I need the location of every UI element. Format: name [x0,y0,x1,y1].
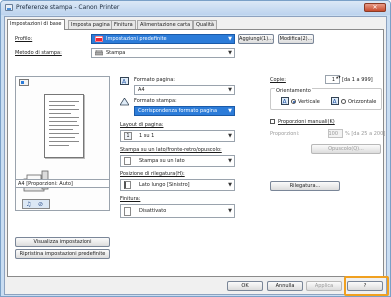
spin-icon[interactable]: ▲▼ [336,76,341,83]
tab-quality[interactable]: Qualità [193,20,217,29]
apply-button[interactable]: Applica [306,281,342,291]
scaling-range: % [da 25 a 200] [345,131,386,137]
tab-finishing[interactable]: Finitura [111,20,136,29]
edit-profile-button[interactable]: Modifica(2)... [278,34,314,44]
help-highlight [344,276,389,296]
scaling-value: 100 [328,131,338,137]
finishing-icon [124,207,131,216]
page-size-label: Formato pagina: [134,77,175,83]
single-side-icon [124,157,131,165]
chevron-down-icon: ▼ [228,208,232,214]
page-layout-select[interactable]: 1 1 su 1 ▼ [120,130,235,142]
restore-defaults-button[interactable]: Ripristina impostazioni predefinite [15,249,110,259]
binding-value: Lato lungo [Sinistro] [139,182,190,188]
chevron-down-icon: ▼ [228,87,232,93]
profile-label: Profilo: [15,36,33,42]
copy-icon: ⊘ [38,201,44,208]
chevron-down-icon: ▼ [228,50,232,56]
copies-label: Copie: [270,77,286,83]
binding-label: Posizione di rilegatura(H): [120,171,185,177]
printer-icon [5,4,13,11]
basic-settings-panel: Profilo: Impostazioni predefinite ▼ Aggi… [7,29,386,277]
scaling-label: Proporzioni: [270,131,300,137]
profile-icon [95,36,103,42]
portrait-radio[interactable] [291,99,296,104]
output-method-label: Metodo di stampa: [15,50,62,56]
tab-page-setup[interactable]: Imposta pagina [68,20,113,29]
landscape-radio[interactable] [341,99,346,104]
finish-icon: ♫ [26,201,32,208]
duplex-value: Stampa su un lato [139,158,185,164]
preview-mode-icon[interactable] [19,79,29,86]
layout-1up-icon: 1 [124,132,132,140]
duplex-select[interactable]: Stampa su un lato ▼ [120,155,235,167]
ok-button[interactable]: OK [227,281,263,291]
window-title: Preferenze stampa - Canon Printer [16,4,120,11]
orientation-label: Orientamento [275,88,312,94]
finishing-label: Finitura: [120,196,141,202]
preview-caption: A4 [Proporzioni: Auto] [15,179,110,188]
title-bar: Preferenze stampa - Canon Printer ✕ [1,1,390,15]
output-method-select[interactable]: Stampa ▼ [91,48,235,58]
page-size-select[interactable]: A4 ▼ [134,85,235,95]
page-size-icon: A [120,77,129,85]
binding-select[interactable]: Lato lungo [Sinistro] ▼ [120,179,235,191]
tab-paper-source[interactable]: Alimentazione carta [137,20,194,29]
page-size-value: A4 [138,87,145,93]
page-preview: ♫ ⊘ [15,76,110,211]
chevron-down-icon: ▼ [228,133,232,139]
add-profile-button[interactable]: Aggiungi(1)... [238,34,274,44]
portrait-label: Verticale [298,99,320,105]
chevron-down-icon: ▼ [228,36,232,42]
printer-icon [95,50,103,56]
page-layout-label: Layout di pagina: [120,122,164,128]
orientation-group: Orientamento A Verticale A Orizzontale [270,88,382,110]
output-method-value: Stampa [106,50,126,56]
landscape-icon: A [331,97,339,105]
view-settings-button[interactable]: Visualizza impostazioni [15,237,110,247]
close-button[interactable]: ✕ [364,3,386,12]
binding-button[interactable]: Rilegatura... [270,181,340,191]
chevron-down-icon: ▼ [228,158,232,164]
profile-value: Impostazioni predefinite [106,36,167,42]
tray-icons: ♫ ⊘ [22,199,50,209]
chevron-down-icon: ▼ [228,108,232,114]
chevron-down-icon: ▼ [228,182,232,188]
duplex-label: Stampa su un lato/fronte-retro/opuscolo: [120,147,222,153]
manual-scaling-label: Proporzioni manuali(K) [278,119,335,125]
cancel-button[interactable]: Annulla [267,281,303,291]
printer-preferences-window: Preferenze stampa - Canon Printer ✕ Impo… [0,0,391,297]
landscape-label: Orizzontale [348,99,377,105]
portrait-icon: A [281,97,289,105]
tab-basic-settings[interactable]: Impostazioni di base [7,19,65,30]
output-size-label: Formato stampa: [134,98,177,104]
finishing-value: Disattivato [139,208,167,214]
output-size-icon [120,98,129,106]
output-size-value: Corrispondenza formato pagina [138,108,218,114]
dialog-client: Impostazioni di base Imposta pagina Fini… [4,16,387,295]
manual-scaling-checkbox[interactable] [270,119,275,124]
profile-select[interactable]: Impostazioni predefinite ▼ [91,34,235,44]
finishing-select[interactable]: Disattivato ▼ [120,204,235,218]
output-size-select[interactable]: Corrispondenza formato pagina ▼ [134,106,235,116]
page-layout-value: 1 su 1 [139,133,155,139]
copies-range: [da 1 a 999] [342,77,373,83]
booklet-button[interactable]: Opuscolo(Q)... [311,144,381,154]
copies-value: 1 [331,77,335,83]
scaling-input[interactable]: 100 [328,129,343,138]
preview-page [44,94,84,158]
binding-icon [124,181,131,189]
copies-input[interactable]: 1 ▲▼ [325,75,341,84]
